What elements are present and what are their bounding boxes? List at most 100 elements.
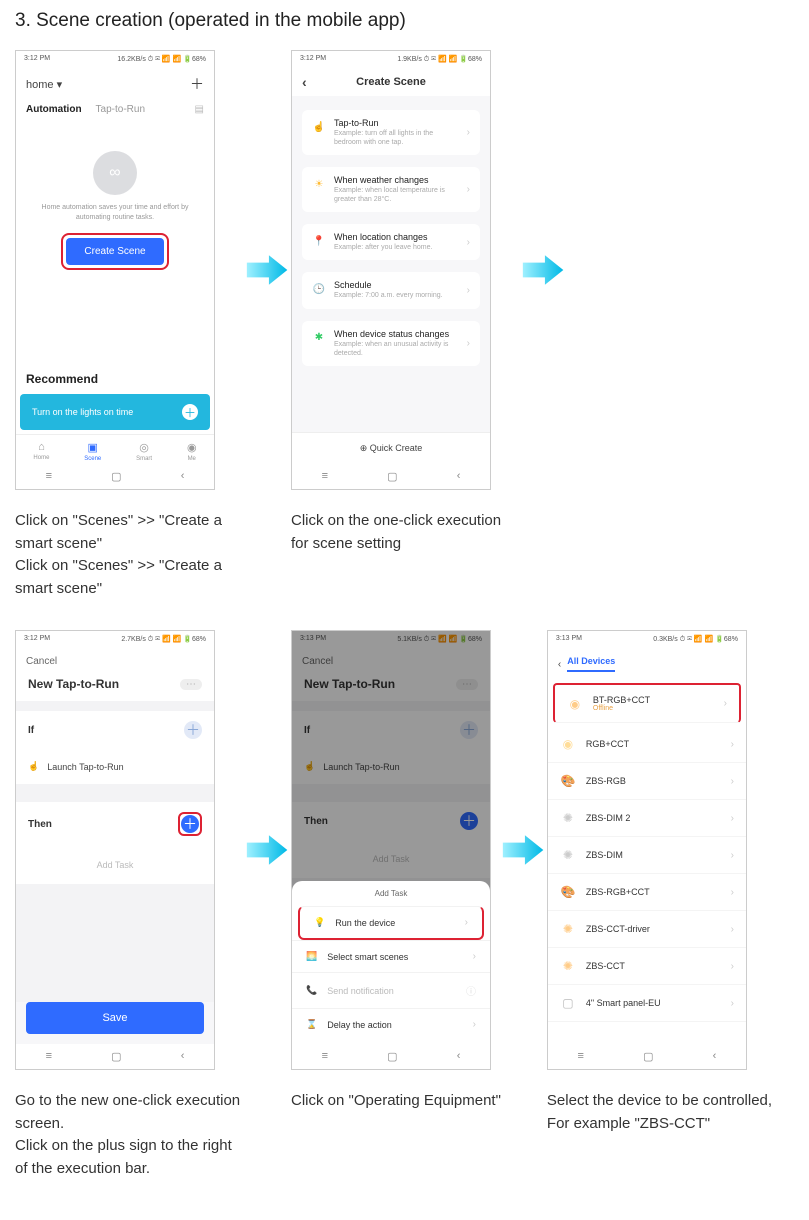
tap-icon: ☝ — [304, 761, 315, 772]
back-icon[interactable]: ‹ — [302, 74, 307, 90]
device-zbs-dim-2[interactable]: ✺ ZBS-DIM 2 › — [548, 800, 746, 837]
home-icon: ⌂ — [38, 441, 45, 453]
smart-icon: ◎ — [139, 441, 149, 454]
screenshot-1: 3:12 PM16.2KB/s ⏱ ✉ 📶 📶 🔋68% home ▾ ＋ Au… — [15, 50, 215, 490]
more-icon[interactable]: ⋯ — [180, 679, 202, 690]
create-scene-button[interactable]: Create Scene — [66, 238, 163, 265]
arrow-icon — [245, 50, 291, 490]
nav-me-label: Me — [188, 456, 196, 462]
home-dropdown[interactable]: home ▾ — [26, 78, 62, 91]
device-zbs-rgb-cct[interactable]: 🎨ZBS-RGB+CCT› — [548, 874, 746, 911]
chevron-icon: › — [467, 237, 470, 248]
chevron-icon: › — [731, 998, 734, 1009]
chevron-icon: › — [731, 776, 734, 787]
option-weather[interactable]: ☀When weather changesExample: when local… — [302, 167, 480, 212]
device-label: ZBS-DIM 2 — [586, 813, 631, 823]
opt-sub: Example: after you leave home. — [334, 243, 459, 252]
status-right: 5.1KB/s ⏱ ✉ 📶 📶 🔋68% — [397, 635, 482, 644]
option-device-status[interactable]: ✱When device status changesExample: when… — [302, 321, 480, 366]
opt-title: When device status changes — [334, 329, 459, 339]
plus-icon[interactable]: ＋ — [182, 404, 198, 420]
device-zbs-cct[interactable]: ✺ZBS-CCT› — [548, 948, 746, 985]
nav-home[interactable]: ⌂Home — [33, 441, 49, 462]
device-label: ZBS-DIM — [586, 850, 623, 860]
clock-icon: 🕒 — [312, 282, 326, 296]
device-status: Offline — [593, 705, 650, 712]
list-icon[interactable]: ▤ — [195, 104, 204, 115]
if-label: If — [304, 725, 310, 736]
launch-row: ☝Launch Tap-to-Run — [16, 749, 214, 784]
option-tap-to-run[interactable]: ☝Tap-to-RunExample: turn off all lights … — [302, 110, 480, 155]
sun-icon: ☀ — [312, 177, 326, 191]
sheet-title: Add Task — [292, 881, 490, 906]
recommend-card[interactable]: Turn on the lights on time ＋ — [20, 394, 210, 430]
save-button[interactable]: Save — [26, 1002, 204, 1034]
opt-title: When location changes — [334, 232, 459, 242]
add-task-placeholder: Add Task — [292, 840, 490, 878]
add-then-icon[interactable]: ＋ — [181, 815, 199, 833]
chevron-icon: › — [731, 924, 734, 935]
me-icon: ◉ — [187, 441, 197, 454]
caption-4: Click on "Operating Equipment" — [291, 1090, 501, 1113]
dim-icon: ✺ — [560, 810, 576, 826]
device-smart-panel[interactable]: ▢4" Smart panel-EU› — [548, 985, 746, 1022]
quick-create[interactable]: ⊕ Quick Create — [292, 432, 490, 464]
nav-me[interactable]: ◉ Me — [187, 441, 197, 462]
pin-icon: 📍 — [312, 234, 326, 248]
status-time: 3:12 PM — [24, 635, 50, 644]
sheet-run-device[interactable]: 💡Run the device› — [298, 906, 484, 940]
sheet-delay[interactable]: ⌛Delay the action› — [292, 1008, 490, 1040]
sheet-smart-scenes[interactable]: 🌅Select smart scenes› — [292, 940, 490, 972]
system-nav: ≡▢‹ — [16, 1044, 214, 1069]
arrow-icon — [521, 50, 567, 490]
opt-sub: Example: 7:00 a.m. every morning. — [334, 291, 459, 300]
opt-title: When weather changes — [334, 175, 459, 185]
nav-smart[interactable]: ◎Smart — [136, 441, 152, 462]
arrow-icon — [501, 630, 547, 1070]
option-location[interactable]: 📍 When location changesExample: after you… — [302, 224, 480, 260]
add-if-icon: ＋ — [460, 721, 478, 739]
screenshot-2: 3:12 PM1.9KB/s ⏱ ✉ 📶 📶 🔋68% ‹ Create Sce… — [291, 50, 491, 490]
launch-label: Launch Tap-to-Run — [323, 762, 399, 772]
tab-tap-to-run[interactable]: Tap-to-Run — [96, 104, 145, 115]
nav-scene[interactable]: ▣Scene — [84, 441, 101, 462]
add-icon[interactable]: ＋ — [190, 74, 204, 94]
device-label: RGB+CCT — [586, 739, 629, 749]
device-label: BT-RGB+CCT — [593, 695, 650, 705]
arrow-icon — [245, 630, 291, 1070]
opt-title: Schedule — [334, 280, 459, 290]
tab-all-devices[interactable]: All Devices — [567, 656, 615, 672]
caption-1: Click on "Scenes" >> "Create a smart sce… — [15, 510, 245, 600]
chevron-icon: › — [731, 739, 734, 750]
chevron-icon: › — [731, 813, 734, 824]
tab-automation[interactable]: Automation — [26, 104, 82, 115]
status-time: 3:12 PM — [300, 55, 326, 64]
back-icon[interactable]: ‹ — [558, 659, 561, 670]
screenshot-5: 3:13 PM0.3KB/s ⏱ ✉ 📶 📶 🔋68% ‹All Devices… — [547, 630, 747, 1070]
create-scene-title: Create Scene — [356, 76, 426, 88]
add-if-icon[interactable]: ＋ — [184, 721, 202, 739]
bulb-icon: 💡 — [314, 917, 325, 928]
then-label: Then — [304, 816, 328, 827]
page-title: 3. Scene creation (operated in the mobil… — [15, 10, 794, 32]
device-bt-rgb-cct[interactable]: ◉BT-RGB+CCTOffline› — [553, 683, 741, 723]
link-icon: ∞ — [93, 151, 137, 195]
system-nav: ≡▢‹ — [548, 1044, 746, 1069]
new-tap-title: New Tap-to-Run — [304, 677, 395, 691]
status-right: 16.2KB/s ⏱ ✉ 📶 📶 🔋68% — [117, 55, 206, 64]
caption-2: Click on the one-click execution for sce… — [291, 510, 521, 555]
panel-icon: ▢ — [560, 995, 576, 1011]
cancel-button[interactable]: Cancel — [16, 648, 214, 675]
device-rgb-cct[interactable]: ◉RGB+CCT› — [548, 726, 746, 763]
device-zbs-rgb[interactable]: 🎨ZBS-RGB› — [548, 763, 746, 800]
chevron-icon: › — [467, 285, 470, 296]
sheet-label: Run the device — [335, 918, 395, 928]
device-zbs-cct-driver[interactable]: ✺ZBS-CCT-driver› — [548, 911, 746, 948]
then-label: Then — [28, 819, 52, 830]
option-schedule[interactable]: 🕒 ScheduleExample: 7:00 a.m. every mornin… — [302, 272, 480, 308]
chevron-icon: › — [731, 961, 734, 972]
opt-sub: Example: when an unusual activity is det… — [334, 340, 459, 358]
device-zbs-dim[interactable]: ✺ZBS-DIM› — [548, 837, 746, 874]
more-icon: ⋯ — [456, 679, 478, 690]
chevron-icon: › — [467, 127, 470, 138]
